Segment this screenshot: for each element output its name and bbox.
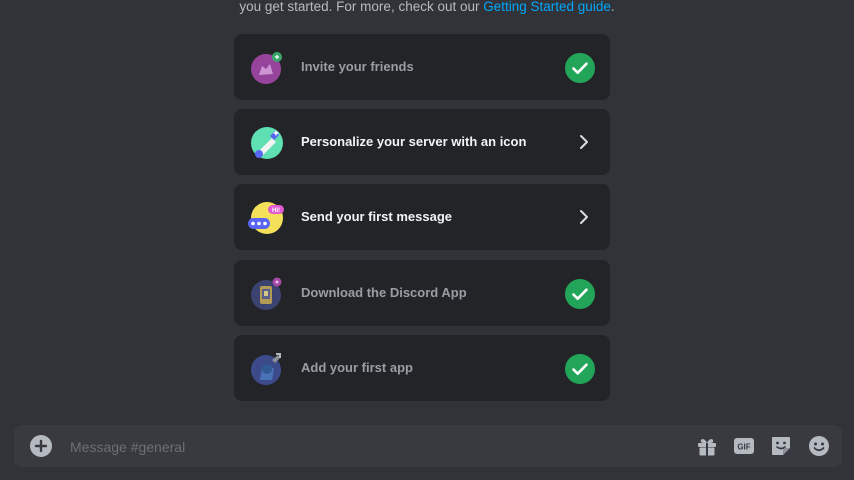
chevron-right-icon <box>580 135 588 149</box>
svg-text:GIF: GIF <box>737 443 750 452</box>
checklist-item-add-first-app[interactable]: Add your first app <box>234 335 610 401</box>
add-attachment-button[interactable] <box>30 435 52 457</box>
completed-check-icon <box>565 354 595 384</box>
checklist-item-send-first-message[interactable]: HI! Send your first message <box>234 184 610 250</box>
completed-check-icon <box>565 279 595 309</box>
checklist-label: Invite your friends <box>301 59 414 74</box>
download-app-icon <box>250 277 284 311</box>
gif-button[interactable]: GIF <box>732 434 756 458</box>
completed-check-icon <box>565 53 595 83</box>
intro-suffix: . <box>610 0 615 14</box>
invite-friends-icon <box>250 51 284 85</box>
checklist-item-personalize-server[interactable]: Personalize your server with an icon <box>234 109 610 175</box>
sticker-icon <box>772 437 790 455</box>
add-app-icon <box>250 352 284 386</box>
gif-icon: GIF <box>734 438 754 454</box>
getting-started-intro: you get started. For more, check out our… <box>0 0 854 16</box>
emoji-button[interactable] <box>807 434 831 458</box>
intro-text: you get started. For more, check out our <box>239 0 484 14</box>
message-bubble-icon: HI! <box>248 201 284 235</box>
sticker-button[interactable] <box>769 434 793 458</box>
checklist-label: Personalize your server with an icon <box>301 134 527 149</box>
emoji-icon <box>809 436 829 456</box>
getting-started-guide-link[interactable]: Getting Started guide <box>483 0 611 14</box>
gift-icon <box>698 439 716 456</box>
checklist-label: Download the Discord App <box>301 285 467 300</box>
checklist-label: Add your first app <box>301 360 413 375</box>
plus-icon <box>34 439 48 453</box>
checklist-item-download-app[interactable]: Download the Discord App <box>234 260 610 326</box>
gift-button[interactable] <box>695 434 719 458</box>
chevron-right-icon <box>580 210 588 224</box>
svg-text:HI!: HI! <box>272 208 280 214</box>
message-input[interactable] <box>68 436 672 458</box>
checklist-label: Send your first message <box>301 209 452 224</box>
message-composer: GIF <box>14 425 842 467</box>
checklist-item-invite-friends[interactable]: Invite your friends <box>234 34 610 100</box>
personalize-icon <box>250 126 284 160</box>
